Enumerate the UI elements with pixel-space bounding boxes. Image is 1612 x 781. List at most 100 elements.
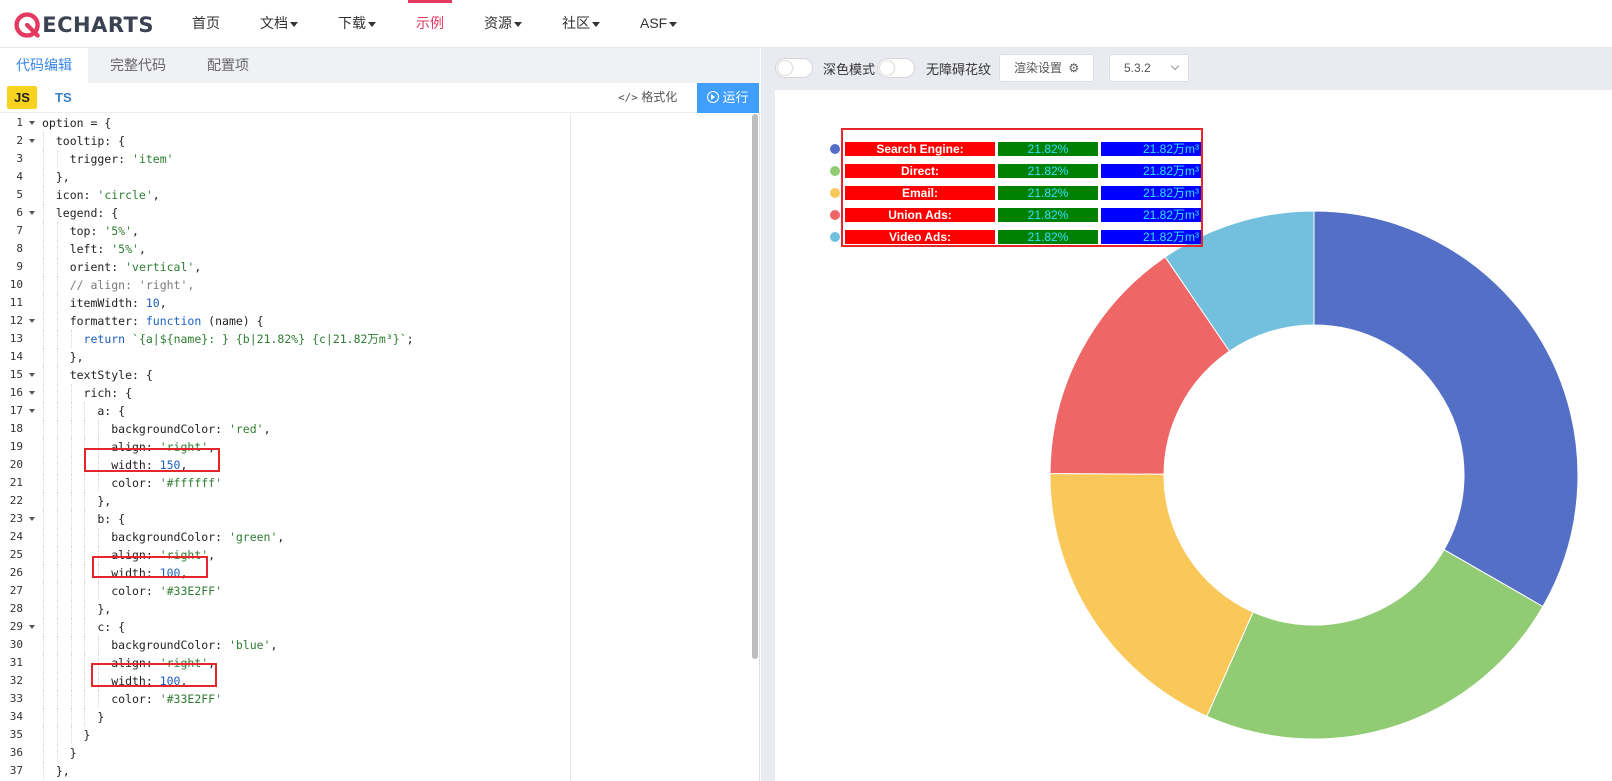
line-number: 22 [9,494,23,507]
code-text: icon: 'circle', [42,188,160,202]
code-line[interactable]: b: { [42,510,742,528]
code-line[interactable]: legend: { [42,204,742,222]
code-line[interactable]: }, [42,168,742,186]
code-text: }, [42,494,112,508]
nav-item-4[interactable]: 资源 [464,0,542,48]
fold-arrow-icon[interactable] [29,373,35,377]
lang-js-button[interactable]: JS [7,86,37,109]
version-select[interactable]: 5.3.2 [1109,54,1189,82]
code-line[interactable]: } [42,744,742,762]
echarts-logo[interactable]: ECHARTS [14,9,154,41]
tab-code-edit[interactable]: 代码编辑 [0,48,88,83]
code-line[interactable]: option = { [42,114,742,132]
lang-ts-button[interactable]: TS [55,86,72,109]
run-button[interactable]: 运行 [697,83,759,113]
code-line[interactable]: color: '#33E2FF' [42,690,742,708]
legend-item-0[interactable]: Search Engine: 21.82% 21.82万m³ [830,142,1201,156]
fold-arrow-icon[interactable] [29,409,35,413]
fold-arrow-icon[interactable] [29,517,35,521]
code-line[interactable]: trigger: 'item' [42,150,742,168]
line-number: 32 [9,674,23,687]
legend-percent-text: 21.82% [1028,208,1069,222]
code-line[interactable]: }, [42,600,742,618]
fold-arrow-icon[interactable] [29,391,35,395]
pie-slice-0[interactable] [1313,210,1579,608]
legend-item-2[interactable]: Email: 21.82% 21.82万m³ [830,186,1201,200]
nav-item-1[interactable]: 文档 [240,0,318,48]
caret-down-icon [290,21,298,27]
nav-item-2[interactable]: 下载 [318,0,396,48]
a11y-pattern-label: 无障碍花纹 [926,62,992,77]
code-line[interactable]: } [42,726,742,744]
legend-name-text: Direct: [901,164,939,178]
fold-arrow-icon[interactable] [29,319,35,323]
legend-item-3[interactable]: Union Ads: 21.82% 21.82万m³ [830,208,1201,222]
highlight-box-a-align [84,448,220,472]
code-line[interactable]: } [42,708,742,726]
fold-arrow-icon[interactable] [29,121,35,125]
code-text: option = { [42,116,112,130]
code-text: }, [42,350,84,364]
code-line[interactable]: itemWidth: 10, [42,294,742,312]
code-line[interactable]: }, [42,348,742,366]
fold-arrow-icon[interactable] [29,625,35,629]
code-line[interactable]: textStyle: { [42,366,742,384]
code-line[interactable]: formatter: function (name) { [42,312,742,330]
code-line[interactable]: color: '#ffffff' [42,474,742,492]
code-line[interactable]: tooltip: { [42,132,742,150]
code-line[interactable]: backgroundColor: 'blue', [42,636,742,654]
code-line[interactable]: // align: 'right', [42,276,742,294]
fold-arrow-icon[interactable] [29,211,35,215]
fold-arrow-icon[interactable] [29,139,35,143]
code-line[interactable]: }, [42,492,742,510]
code-line[interactable]: c: { [42,618,742,636]
code-text: return `{a|${name}: } {b|21.82%} {c|21.8… [83,332,414,346]
code-line[interactable]: rich: { [42,384,742,402]
code-line[interactable]: color: '#33E2FF' [42,582,742,600]
nav-item-6[interactable]: ASF [620,0,697,48]
render-settings-label: 渲染设置 [1014,61,1063,75]
code-editor[interactable]: 1 2 3 4 5 6 7 8 9 10 11 12 13 14 15 16 17 18 19 20 21 22 23 24 2… [0,114,760,781]
nav-item-3[interactable]: 示例 [396,0,464,48]
code-text: tooltip: { [42,134,126,148]
code-line[interactable]: backgroundColor: 'red', [42,420,742,438]
caret-down-icon [592,21,600,27]
code-line[interactable]: top: '5%', [42,222,742,240]
format-button[interactable]: </> 格式化 [618,86,677,109]
dark-mode-toggle[interactable] [775,58,813,78]
code-line[interactable]: orient: 'vertical', [42,258,742,276]
line-number: 36 [9,746,23,759]
legend-name-text: Video Ads: [889,230,951,244]
legend-percent-text: 21.82% [1028,230,1069,244]
code-line[interactable]: backgroundColor: 'green', [42,528,742,546]
a11y-pattern-toggle[interactable] [877,58,915,78]
pie-slice-1[interactable] [1206,549,1544,740]
code-line[interactable]: return `{a|${name}: } {b|21.82%} {c|21.8… [42,330,742,348]
code-line[interactable]: left: '5%', [42,240,742,258]
line-number: 25 [9,548,23,561]
legend-volume-text: 21.82万m³ [1143,230,1199,244]
code-text: color: '#ffffff' [42,476,223,490]
code-line[interactable]: }, [42,762,742,780]
code-line[interactable]: icon: 'circle', [42,186,742,204]
pie-slice-2[interactable] [1049,473,1254,717]
editor-scrollbar[interactable] [752,114,758,659]
render-settings-button[interactable]: 渲染设置 ⚙ [999,54,1095,82]
tab-full-code[interactable]: 完整代码 [92,48,184,83]
line-number: 35 [9,728,23,741]
nav-item-label: 社区 [562,15,590,31]
tab-options[interactable]: 配置项 [184,48,272,83]
code-line[interactable]: a: { [42,402,742,420]
format-label: 格式化 [641,90,678,104]
nav-item-5[interactable]: 社区 [542,0,620,48]
play-circle-icon [707,91,720,103]
code-text: color: '#33E2FF' [42,692,223,706]
line-number: 18 [9,422,23,435]
legend-name-text: Email: [902,186,938,200]
line-number: 24 [9,530,23,543]
chevron-down-icon [1170,61,1180,71]
nav-item-0[interactable]: 首页 [172,0,240,48]
legend-item-1[interactable]: Direct: 21.82% 21.82万m³ [830,164,1201,178]
gear-icon: ⚙ [1068,61,1080,75]
legend-item-4[interactable]: Video Ads: 21.82% 21.82万m³ [830,230,1201,244]
